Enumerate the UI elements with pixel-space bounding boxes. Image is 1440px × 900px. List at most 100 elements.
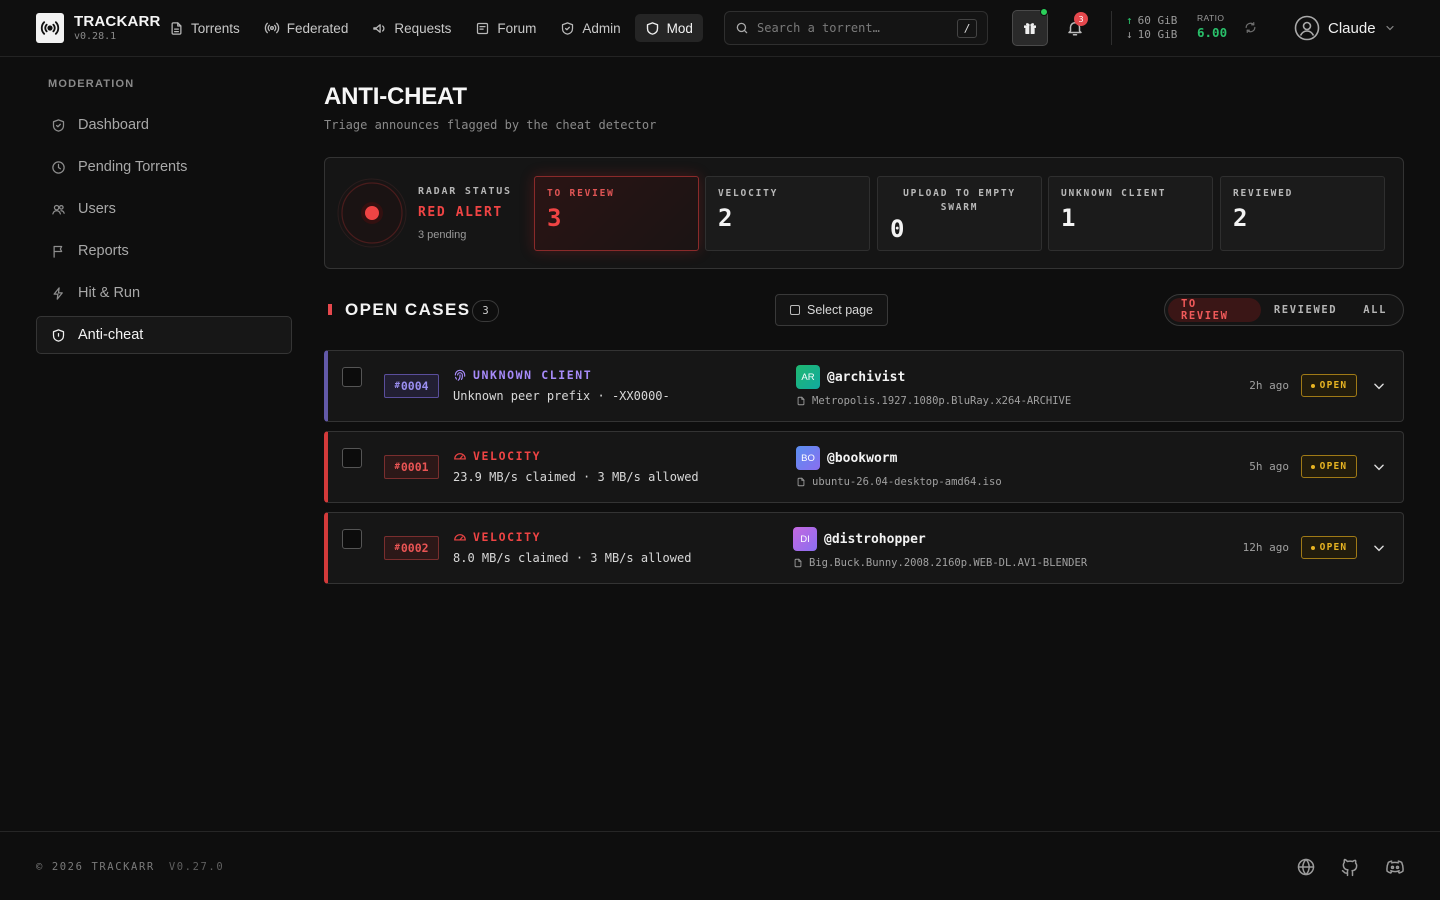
download-amount: 10 GiB [1137,28,1178,41]
tab-reviewed[interactable]: REVIEWED [1261,298,1350,322]
stat-label: VELOCITY [718,188,779,199]
file-icon [794,558,802,568]
case-type-label: UNKNOWN CLIENT [473,368,593,382]
stat-unknown-client[interactable]: UNKNOWN CLIENT 1 [1048,176,1213,251]
github-icon[interactable] [1340,857,1360,877]
case-description: 23.9 MB/s claimed · 3 MB/s allowed [453,470,699,484]
stat-velocity[interactable]: VELOCITY 2 [705,176,870,251]
nav-admin[interactable]: Admin [550,14,630,42]
nav-label: Torrents [191,20,240,36]
sidebar-heading: MODERATION [48,78,135,90]
status-dot [1310,545,1315,550]
case-type: UNKNOWN CLIENT [453,368,592,382]
notification-count-badge: 3 [1074,12,1088,26]
case-time: 12h ago [1242,541,1289,554]
stat-label: UNKNOWN CLIENT [1061,188,1167,199]
stat-reviewed[interactable]: REVIEWED 2 [1220,176,1385,251]
gift-button[interactable] [1012,8,1048,46]
case-checkbox[interactable] [342,448,362,468]
sidebar-item-label: Hit & Run [78,285,141,301]
open-cases-header: OPEN CASES 3 Select page TO REVIEW REVIE… [324,294,1404,326]
status-label: OPEN [1319,542,1348,553]
discord-icon[interactable] [1384,857,1406,877]
expand-button[interactable] [1372,379,1386,393]
footer: © 2026 TRACKARR V0.27.0 [0,831,1440,900]
fingerprint-icon [454,369,466,381]
chevron-down-icon [1374,383,1384,390]
nav-mod[interactable]: Mod [634,14,703,42]
broadcast-logo-icon [36,13,64,43]
select-page-button[interactable]: Select page [775,294,888,326]
ratio-label: RATIO [1197,13,1225,23]
globe-icon[interactable] [1296,857,1316,877]
case-torrent[interactable]: Metropolis.1927.1080p.BluRay.x264-ARCHIV… [796,395,1071,407]
hash-icon: # [394,462,400,472]
case-user[interactable]: AR @archivist [796,365,905,389]
hash-icon: # [394,543,400,553]
status-label: OPEN [1319,380,1348,391]
sidebar-item-pending-torrents[interactable]: Pending Torrents [36,148,292,186]
case-time: 2h ago [1249,379,1289,392]
sidebar-item-reports[interactable]: Reports [36,232,292,270]
sidebar-item-label: Anti-cheat [78,327,144,343]
search-box: / [724,11,988,45]
case-checkbox[interactable] [342,367,362,387]
case-description: Unknown peer prefix · -XX0000- [453,389,670,403]
stat-to-review[interactable]: TO REVIEW 3 [534,176,699,251]
nav-torrents[interactable]: Torrents [159,14,250,42]
shield-icon [562,21,574,35]
case-type-label: VELOCITY [473,530,542,544]
sidebar-item-users[interactable]: Users [36,190,292,228]
divider [1111,11,1112,45]
case-row[interactable]: #0001 VELOCITY 23.9 MB/s claimed · 3 MB/… [324,431,1404,503]
sidebar-item-label: Pending Torrents [78,159,188,175]
case-username: @archivist [827,369,906,385]
case-row[interactable]: #0004 UNKNOWN CLIENT Unknown peer prefix… [324,350,1404,422]
notifications-button[interactable]: 3 [1064,12,1088,40]
sidebar-item-hit-and-run[interactable]: Hit & Run [36,274,292,312]
case-user[interactable]: DI @distrohopper [793,527,926,551]
checkbox-icon [789,305,800,315]
search-input[interactable] [757,21,957,35]
stat-value: 1 [1061,204,1076,232]
case-torrent[interactable]: ubuntu-26.04-desktop-amd64.iso [796,476,1002,488]
avatar: DI [793,527,817,551]
case-time: 5h ago [1249,460,1289,473]
page-subtitle: Triage announces flagged by the cheat de… [324,118,657,132]
case-row[interactable]: #0002 VELOCITY 8.0 MB/s claimed · 3 MB/s… [324,512,1404,584]
sidebar-item-dashboard[interactable]: Dashboard [36,106,292,144]
stat-upload-to-empty-swarm[interactable]: UPLOAD TO EMPTY SWARM 0 [877,176,1042,251]
refresh-icon[interactable] [1244,21,1257,34]
nav-federated[interactable]: Federated [254,14,359,42]
sidebar-item-anti-cheat[interactable]: Anti-cheat [36,316,292,354]
speedometer-icon [454,534,466,541]
expand-button[interactable] [1372,460,1386,474]
status-label: OPEN [1319,461,1348,472]
case-filter-tabs: TO REVIEW REVIEWED ALL [1164,294,1404,326]
status-badge: OPEN [1301,455,1357,478]
tab-all[interactable]: ALL [1350,298,1400,322]
case-type-label: VELOCITY [473,449,542,463]
ratio-value: 6.00 [1197,24,1228,40]
search-shortcut-key: / [957,18,977,38]
tab-to-review[interactable]: TO REVIEW [1168,298,1261,322]
sidebar-item-label: Dashboard [78,117,149,133]
user-avatar-icon [1294,15,1320,41]
case-id-badge: #0001 [384,455,439,479]
stat-label: REVIEWED [1233,188,1294,199]
stat-label: TO REVIEW [547,188,615,199]
case-torrent[interactable]: Big.Buck.Bunny.2008.2160p.WEB-DL.AV1-BLE… [793,557,1087,569]
brand[interactable]: TRACKARR v0.28.1 [36,13,161,43]
nav-forum[interactable]: Forum [465,14,546,42]
nav-label: Mod [666,20,693,36]
case-checkbox[interactable] [342,529,362,549]
sidebar-item-label: Users [78,201,116,217]
case-username: @distrohopper [824,531,926,547]
case-user[interactable]: BO @bookworm [796,446,897,470]
clock-icon [52,160,65,174]
nav-requests[interactable]: Requests [362,14,461,42]
expand-button[interactable] [1372,541,1386,555]
stat-value: 2 [718,204,733,232]
user-menu[interactable]: Claude [1294,15,1396,41]
avatar: BO [796,446,820,470]
